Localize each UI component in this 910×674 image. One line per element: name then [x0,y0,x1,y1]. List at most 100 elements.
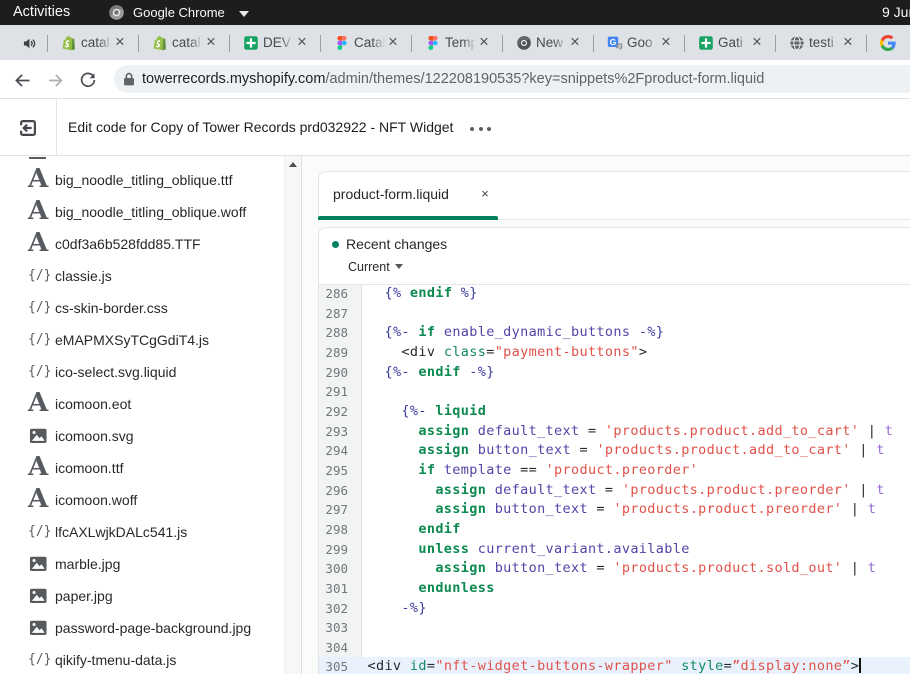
app-menu-caret-icon [239,11,249,17]
code-line-297[interactable]: 297 assign button_text = 'products.produ… [319,500,910,520]
header-divider [56,99,57,155]
tab-separator [138,35,139,52]
tab-separator [775,35,776,52]
file-name: big_noodle_titling_oblique.ttf [55,164,232,196]
browser-tab-testi[interactable]: testi× [776,25,867,60]
code-line-303[interactable]: 303 [319,618,910,638]
sidebar-scrollbar[interactable] [284,156,301,674]
line-number: 300 [319,559,348,579]
image-file-icon [28,548,48,580]
image-file-icon [28,612,48,644]
code-line-292[interactable]: 292 {%- liquid [319,402,910,422]
clipped-file-icon [29,157,46,160]
line-text: {%- if enable_dynamic_buttons -%} [368,323,665,343]
tab-close-icon[interactable]: × [657,32,675,52]
file-row-cs-skin-border.css[interactable]: {/}cs-skin-border.css [0,292,280,324]
file-row-icomoon.eot[interactable]: Aicomoon.eot [0,388,280,420]
browser-tab-new[interactable]: New × [503,25,594,60]
file-row-icomoon.svg[interactable]: icomoon.svg [0,420,280,452]
code-line-296[interactable]: 296 assign default_text = 'products.prod… [319,481,910,501]
file-row-classie.js[interactable]: {/}classie.js [0,260,280,292]
code-editor[interactable]: 286 {% endif %}287288 {%- if enable_dyna… [319,285,910,674]
tab-close-icon[interactable]: × [384,32,402,52]
browser-tab-catal[interactable]: catal× [48,25,139,60]
tab-close-icon[interactable]: × [839,32,857,52]
file-row-c0df3a6b528fdd85.TTF[interactable]: Ac0df3a6b528fdd85.TTF [0,228,280,260]
line-number: 302 [319,599,348,619]
url-path: /admin/themes/122208190535?key=snippets%… [325,71,764,87]
exit-editor-icon[interactable] [20,120,36,136]
editor-tab-product-form[interactable]: product-form.liquid [333,171,449,217]
code-line-304[interactable]: 304 [319,638,910,658]
code-line-301[interactable]: 301 endunless [319,579,910,599]
file-row-ico-select.svg.liquid[interactable]: {/}ico-select.svg.liquid [0,356,280,388]
back-button[interactable] [13,71,32,90]
file-row-eMAPMXSyTCgGdiT4.js[interactable]: {/}eMAPMXSyTCgGdiT4.js [0,324,280,356]
code-line-286[interactable]: 286 {% endif %} [319,285,910,304]
file-row-lfcAXLwjkDALc541.js[interactable]: {/}lfcAXLwjkDALc541.js [0,516,280,548]
tab-close-icon[interactable]: × [111,32,129,52]
tab-close-icon[interactable]: × [475,32,493,52]
url-text[interactable]: towerrecords.myshopify.com/admin/themes/… [142,65,764,93]
tab-close-icon[interactable]: × [748,32,766,52]
browser-tab-gati[interactable]: Gati× [685,25,776,60]
clock[interactable]: 9 Jun [882,0,910,25]
file-row-marble.jpg[interactable]: marble.jpg [0,548,280,580]
code-line-287[interactable]: 287 [319,304,910,324]
browser-tab-partial[interactable] [867,25,910,60]
line-text: <div class="payment-buttons"> [368,343,648,363]
file-row-icomoon.ttf[interactable]: Aicomoon.ttf [0,452,280,484]
tab-close-icon[interactable]: × [202,32,220,52]
code-line-302[interactable]: 302 -%} [319,599,910,619]
line-number: 297 [319,500,348,520]
browser-tab-catal[interactable]: Catal× [321,25,412,60]
code-line-290[interactable]: 290 {%- endif -%} [319,363,910,383]
editor-tab-close-icon[interactable]: × [477,186,493,202]
line-text: assign button_text = 'products.product.s… [368,559,877,579]
figma-icon [334,35,350,51]
file-row-paper.jpg[interactable]: paper.jpg [0,580,280,612]
lock-icon[interactable] [123,72,135,86]
line-number: 299 [319,540,348,560]
file-row-big_noodle_titling_oblique.ttf[interactable]: Abig_noodle_titling_oblique.ttf [0,164,280,196]
line-number: 301 [319,579,348,599]
code-line-299[interactable]: 299 unless current_variant.available [319,540,910,560]
code-file-icon: {/} [28,324,48,356]
text-cursor [859,658,861,673]
file-name: icomoon.svg [55,420,134,452]
version-dropdown[interactable]: Current [348,259,390,276]
line-text: unless current_variant.available [368,540,690,560]
audio-speaker-icon[interactable] [23,37,36,50]
file-row-password-page-background.jpg[interactable]: password-page-background.jpg [0,612,280,644]
code-line-288[interactable]: 288 {%- if enable_dynamic_buttons -%} [319,323,910,343]
code-line-294[interactable]: 294 assign button_text = 'products.produ… [319,441,910,461]
line-number: 295 [319,461,348,481]
file-row-icomoon.woff[interactable]: Aicomoon.woff [0,484,280,516]
browser-tab-goo[interactable]: GGoo× [594,25,685,60]
more-actions-button[interactable] [470,126,492,131]
chrome-app-icon [108,4,125,21]
code-line-295[interactable]: 295 if template == 'product.preorder' [319,461,910,481]
file-row-qikify-tmenu-data.js[interactable]: {/}qikify-tmenu-data.js [0,644,280,674]
line-number: 286 [319,285,348,304]
activities-button[interactable]: Activities [13,0,70,25]
code-line-293[interactable]: 293 assign default_text = 'products.prod… [319,422,910,442]
file-row-big_noodle_titling_oblique.woff[interactable]: Abig_noodle_titling_oblique.woff [0,196,280,228]
app-menu-title[interactable]: Google Chrome [133,0,225,25]
line-number: 289 [319,343,348,363]
reload-button[interactable] [79,71,97,89]
url-host: towerrecords.myshopify.com [142,71,325,87]
file-name: cs-skin-border.css [55,292,168,324]
tab-close-icon[interactable]: × [293,32,311,52]
code-line-298[interactable]: 298 endif [319,520,910,540]
code-line-291[interactable]: 291 [319,382,910,402]
browser-tab-temp[interactable]: Temp× [412,25,503,60]
browser-tab-catal[interactable]: catal× [139,25,230,60]
code-line-300[interactable]: 300 assign button_text = 'products.produ… [319,559,910,579]
forward-button[interactable] [46,71,65,90]
code-line-289[interactable]: 289 <div class="payment-buttons"> [319,343,910,363]
browser-tab-dev[interactable]: DEV× [230,25,321,60]
scrollbar-up-arrow-icon[interactable] [289,162,297,167]
tab-close-icon[interactable]: × [566,32,584,52]
code-line-305[interactable]: 305<div id="nft-widget-buttons-wrapper" … [319,657,910,674]
